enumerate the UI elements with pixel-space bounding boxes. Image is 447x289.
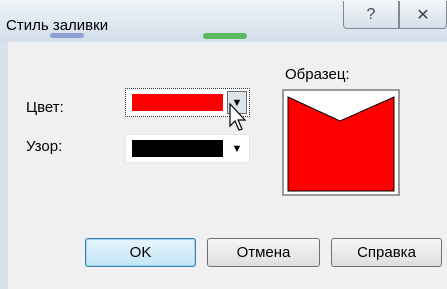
mouse-cursor-icon — [229, 102, 247, 131]
question-icon: ? — [366, 5, 376, 23]
help-button[interactable]: Справка — [331, 238, 442, 267]
pattern-dropdown[interactable]: ▼ — [125, 134, 250, 163]
pattern-swatch — [132, 140, 223, 157]
background-artifact — [50, 33, 84, 38]
preview-label: Образец: — [285, 66, 350, 83]
close-icon: ✕ — [416, 6, 430, 24]
window-title: Стиль заливки — [6, 17, 109, 34]
window-frame — [0, 42, 8, 289]
pattern-dropdown-arrow[interactable]: ▼ — [227, 137, 247, 160]
preview-box — [282, 89, 400, 196]
color-swatch — [132, 94, 223, 111]
background-artifact — [203, 33, 247, 39]
chevron-down-icon: ▼ — [231, 142, 243, 155]
help-title-button[interactable]: ? — [343, 1, 399, 29]
close-title-button[interactable]: ✕ — [399, 1, 447, 29]
ok-button[interactable]: OK — [85, 238, 196, 267]
cancel-button[interactable]: Отмена — [207, 238, 320, 267]
pattern-label: Узор: — [26, 138, 63, 155]
title-bar: Стиль заливки ? ✕ — [0, 0, 447, 42]
color-label: Цвет: — [26, 99, 64, 116]
preview-shape — [287, 96, 395, 192]
